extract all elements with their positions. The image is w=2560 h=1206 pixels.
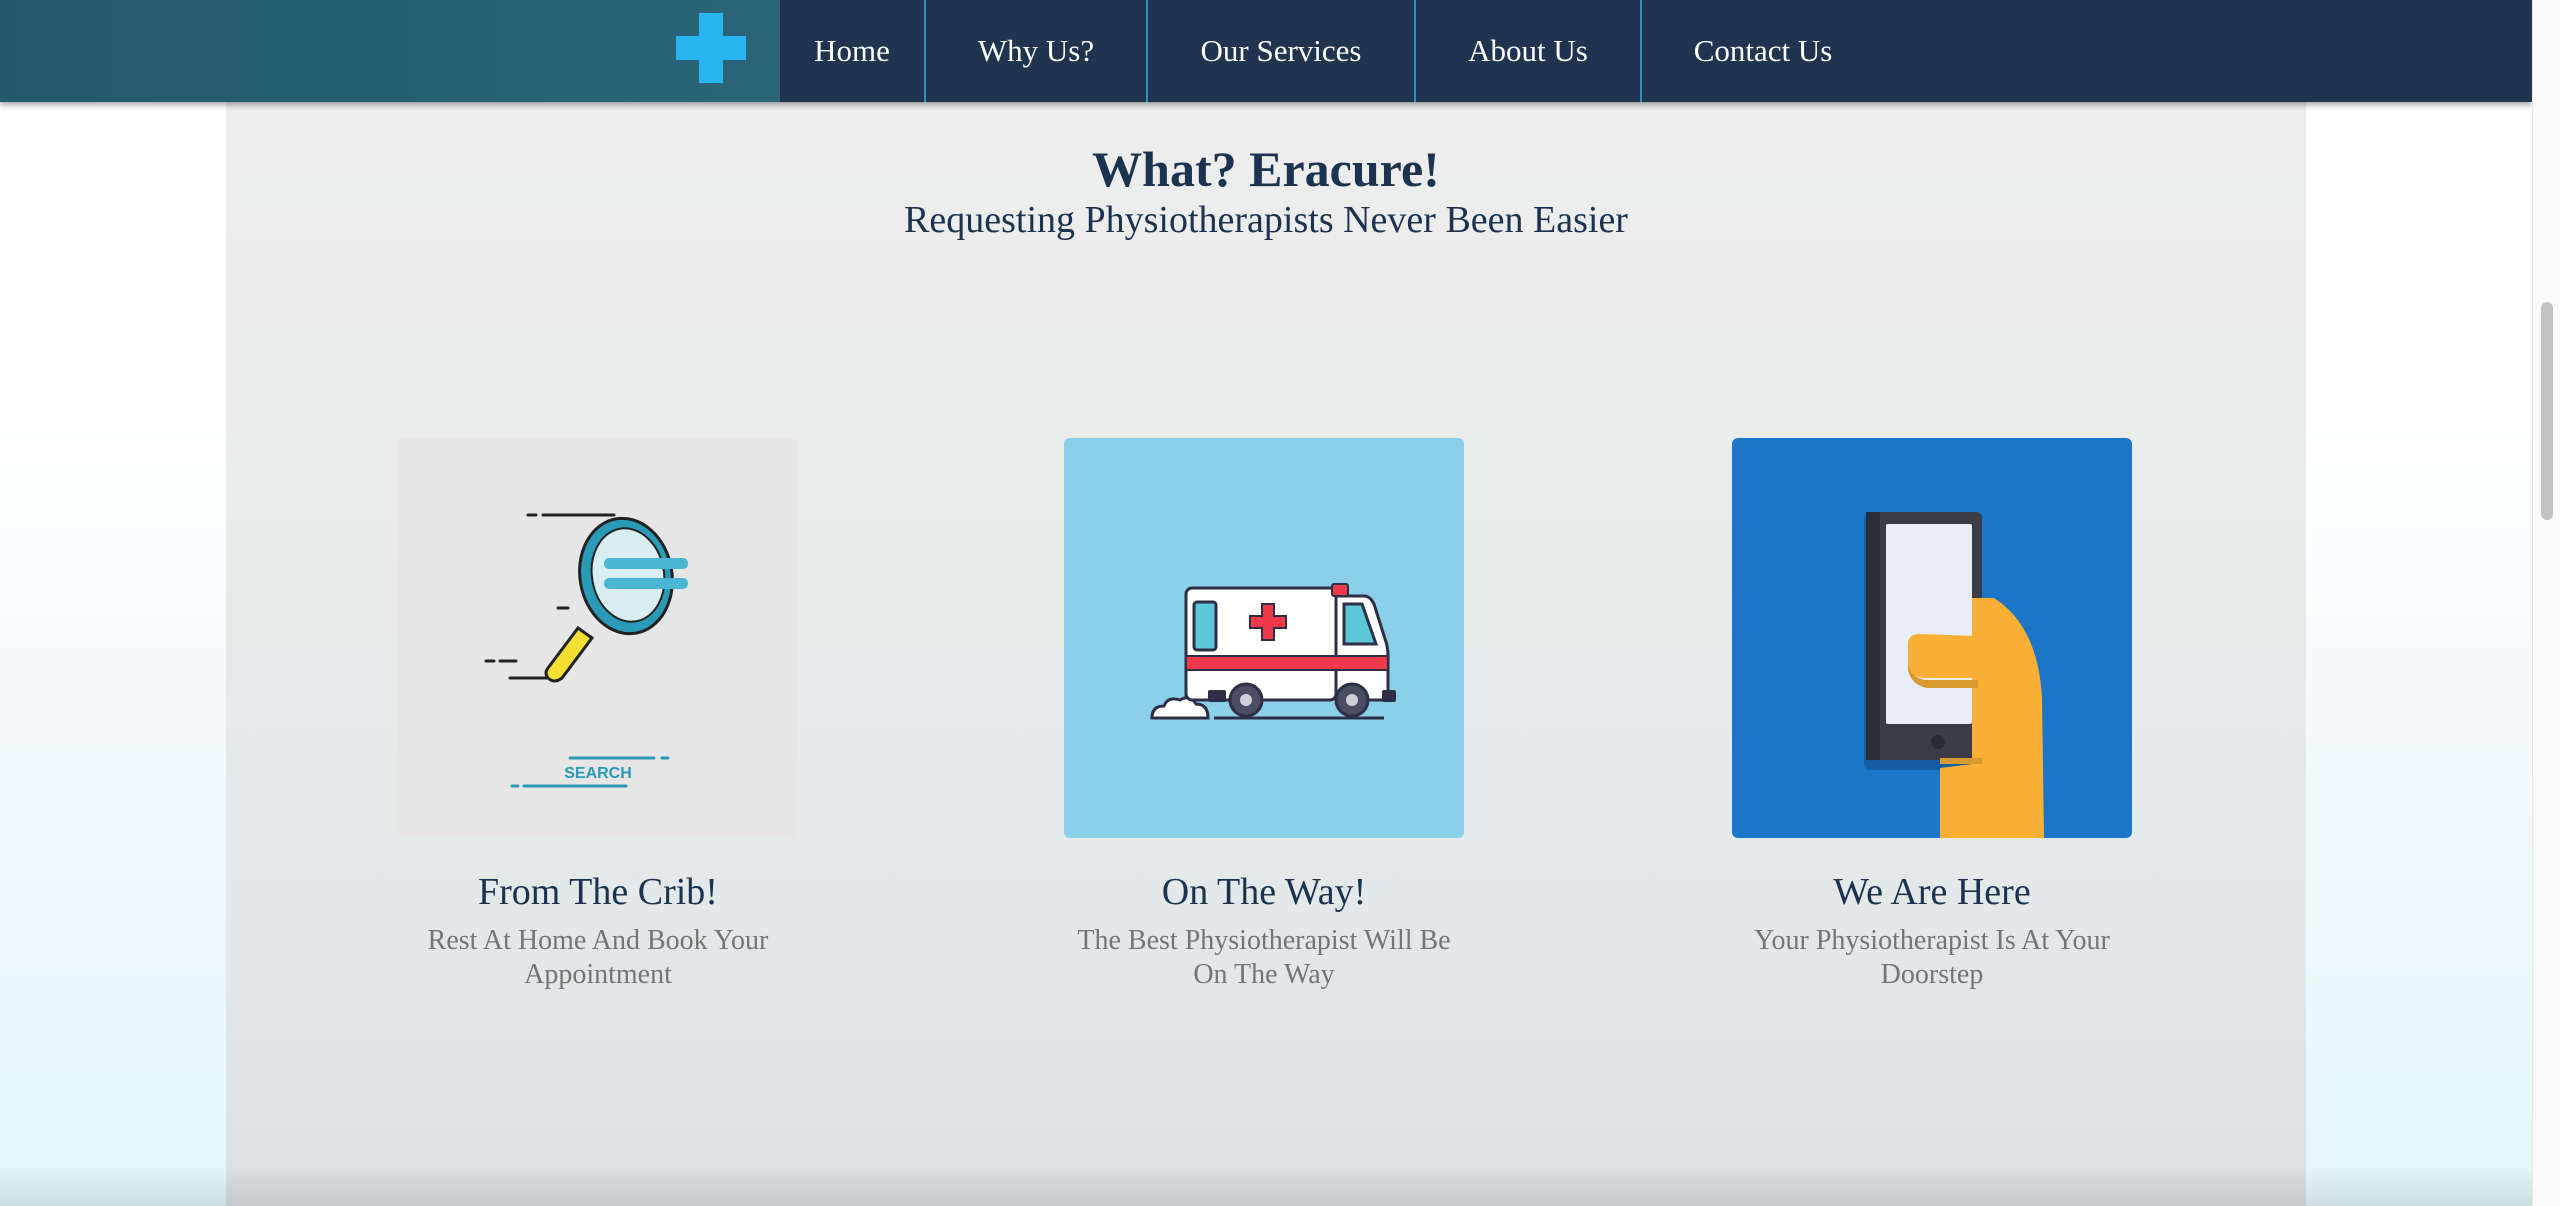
card-description: Your Physiotherapist Is At Your Doorstep (1754, 925, 2110, 990)
magnifying-glass-search-icon: SEARCH (484, 513, 688, 788)
plus-cross-icon[interactable] (676, 13, 746, 83)
feature-card-we-are-here: We Are Here Your Physiotherapist Is At Y… (1732, 438, 2132, 992)
feature-card-on-the-way: On The Way! The Best Physiotherapist Wil… (1064, 438, 1464, 992)
section-title: What? Eracure! (1092, 141, 1440, 197)
top-navbar: Home Why Us? Our Services About Us Conta… (0, 0, 2532, 102)
nav-menu: Home Why Us? Our Services About Us Conta… (780, 0, 1884, 102)
card-description: Rest At Home And Book Your Appointment (427, 925, 769, 990)
hand-holding-phone-icon (1864, 512, 2044, 838)
search-label: SEARCH (564, 765, 632, 782)
nav-item-contact-us[interactable]: Contact Us (1642, 0, 1884, 102)
feature-card-from-the-crib: SEARCH From The Crib! Rest At Home And B… (398, 438, 798, 992)
card-title: We Are Here (1833, 871, 2031, 913)
card-title: From The Crib! (478, 871, 718, 913)
scrollbar-thumb[interactable] (2541, 302, 2553, 520)
card-image (1064, 438, 1464, 838)
nav-item-why-us[interactable]: Why Us? (926, 0, 1148, 102)
nav-item-our-services[interactable]: Our Services (1148, 0, 1416, 102)
card-image (1732, 438, 2132, 838)
card-title: On The Way! (1161, 871, 1367, 913)
page-viewport: Home Why Us? Our Services About Us Conta… (0, 0, 2532, 1206)
ambulance-icon (1150, 583, 1396, 720)
section-subtitle: Requesting Physiotherapists Never Been E… (904, 199, 1628, 241)
nav-item-home[interactable]: Home (780, 0, 926, 102)
nav-item-about-us[interactable]: About Us (1416, 0, 1642, 102)
navbar-brand-area (0, 0, 780, 102)
card-description: The Best Physiotherapist Will Be On The … (1077, 925, 1451, 990)
card-image: SEARCH (398, 438, 798, 838)
vertical-scrollbar[interactable] (2532, 0, 2560, 1206)
